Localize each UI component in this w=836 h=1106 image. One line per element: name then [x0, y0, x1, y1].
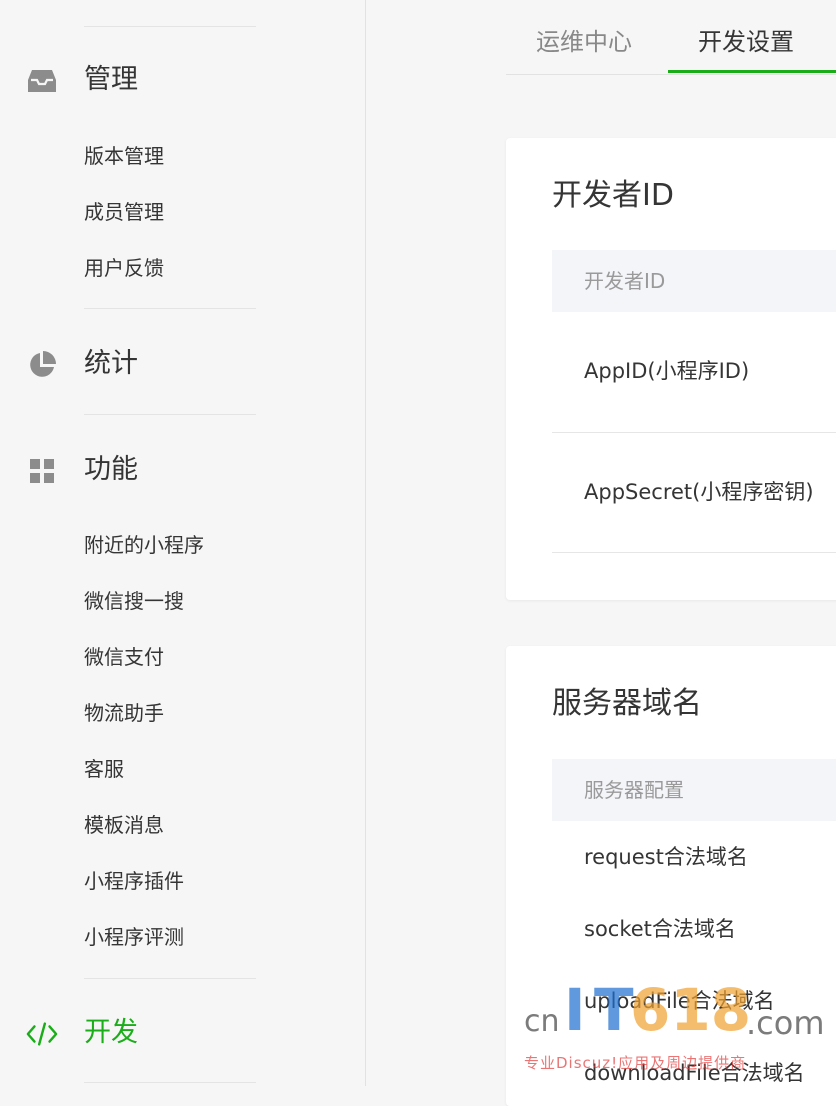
watermark-prefix: cn	[524, 1004, 560, 1039]
sidebar: 管理 版本管理 成员管理 用户反馈 统计 功能 附近的小程序 微信搜一搜 微信支…	[0, 0, 366, 1086]
sidebar-item-logistics-assistant[interactable]: 物流助手	[84, 699, 164, 727]
table-header-label: 开发者ID	[584, 269, 666, 293]
watermark-brand-i: I	[564, 976, 586, 1044]
sidebar-item-mini-program-review[interactable]: 小程序评测	[84, 923, 184, 951]
grid-icon	[26, 456, 58, 486]
card-title: 服务器域名	[552, 686, 702, 721]
sidebar-item-template-messages[interactable]: 模板消息	[84, 811, 164, 839]
developer-id-card: 开发者ID 开发者ID AppID(小程序ID) AppSecret(小程序密钥…	[506, 138, 836, 600]
row-divider	[552, 432, 836, 433]
sidebar-section-develop[interactable]: 开发	[0, 1013, 366, 1053]
sidebar-section-title: 功能	[84, 454, 138, 485]
inbox-icon	[26, 66, 58, 96]
sidebar-item-member-management[interactable]: 成员管理	[84, 198, 164, 226]
sidebar-section-title: 管理	[84, 64, 138, 95]
socket-domain-label: socket合法域名	[584, 917, 736, 941]
sidebar-item-user-feedback[interactable]: 用户反馈	[84, 254, 164, 282]
sidebar-item-wechat-pay[interactable]: 微信支付	[84, 643, 164, 671]
sidebar-section-title: 开发	[84, 1017, 138, 1048]
table-header: 开发者ID	[552, 250, 836, 312]
watermark-brand-number: 618	[630, 976, 752, 1044]
watermark-logo: cn I T 618 .com 专业Discuz!应用及周边提供商	[520, 974, 836, 1086]
sidebar-item-wechat-search[interactable]: 微信搜一搜	[84, 587, 184, 615]
sidebar-divider	[84, 1082, 256, 1083]
card-title: 开发者ID	[552, 178, 674, 213]
watermark-tagline: 专业Discuz!应用及周边提供商	[524, 1054, 747, 1072]
sidebar-section-title: 统计	[84, 348, 138, 379]
watermark-brand-t: T	[594, 976, 634, 1044]
appsecret-label: AppSecret(小程序密钥)	[584, 480, 814, 504]
sidebar-item-customer-service[interactable]: 客服	[84, 755, 124, 783]
sidebar-item-nearby-mini-programs[interactable]: 附近的小程序	[84, 531, 204, 559]
tab-bar: 运维中心 开发设置	[506, 0, 836, 75]
appid-label: AppID(小程序ID)	[584, 359, 750, 383]
main-content: 运维中心 开发设置 开发者ID 开发者ID AppID(小程序ID) AppSe…	[366, 0, 836, 1106]
sidebar-divider	[84, 414, 256, 415]
table-header-label: 服务器配置	[584, 778, 684, 802]
sidebar-divider	[84, 26, 256, 27]
watermark-suffix: .com	[746, 1004, 825, 1042]
sidebar-divider	[84, 308, 256, 309]
sidebar-section-stats[interactable]: 统计	[0, 344, 366, 384]
code-icon	[26, 1019, 58, 1049]
active-tab-indicator	[668, 70, 836, 73]
sidebar-section-manage[interactable]: 管理	[0, 60, 366, 100]
sidebar-section-features[interactable]: 功能	[0, 450, 366, 490]
sidebar-item-version-management[interactable]: 版本管理	[84, 142, 164, 170]
table-header: 服务器配置	[552, 759, 836, 821]
sidebar-item-mini-program-plugins[interactable]: 小程序插件	[84, 867, 184, 895]
pie-chart-icon	[26, 350, 58, 380]
row-divider	[552, 552, 836, 553]
tab-development-settings[interactable]: 开发设置	[698, 22, 794, 62]
sidebar-divider	[84, 978, 256, 979]
tab-operations-center[interactable]: 运维中心	[536, 22, 632, 62]
request-domain-label: request合法域名	[584, 845, 748, 869]
